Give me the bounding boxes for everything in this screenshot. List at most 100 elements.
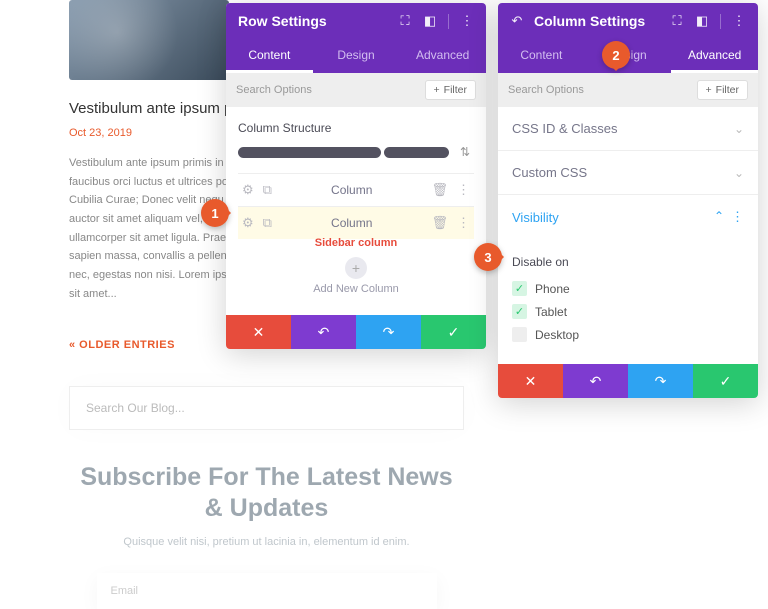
kebab-icon[interactable]: ⋮	[731, 209, 744, 225]
column-label[interactable]: Column	[272, 183, 432, 197]
undo-button[interactable]: ↶	[563, 364, 628, 398]
kebab-menu-icon[interactable]: ⋮	[460, 14, 474, 28]
post-featured-image[interactable]	[69, 0, 229, 80]
checkbox-tablet[interactable]: ✓ Tablet	[512, 300, 744, 323]
blog-search-input[interactable]: Search Our Blog...	[69, 386, 464, 430]
save-button[interactable]: ✓	[421, 315, 486, 349]
chevron-down-icon: ⌄	[734, 166, 744, 180]
panel-footer: ✕ ↶ ↷ ✓	[226, 315, 486, 349]
tab-advanced[interactable]: Advanced	[671, 39, 758, 73]
visibility-body: Disable on ✓ Phone ✓ Tablet Desktop	[498, 239, 758, 364]
row-settings-panel: Row Settings ⛶ ◧ ⋮ Content Design Advanc…	[226, 3, 486, 349]
undo-button[interactable]: ↶	[291, 315, 356, 349]
checkbox-label: Desktop	[535, 328, 579, 342]
undo-icon: ↶	[590, 373, 602, 390]
subscribe-description: Quisque velit nisi, pretium ut lacinia i…	[69, 536, 464, 548]
gear-icon[interactable]: ⚙	[242, 182, 254, 198]
section-label: Custom CSS	[512, 165, 587, 180]
panel-header: ↶ Column Settings ⛶ ◧ ⋮ Content Design A…	[498, 3, 758, 73]
chevron-up-icon: ⌃	[714, 209, 724, 225]
tab-advanced[interactable]: Advanced	[399, 39, 486, 73]
tab-content[interactable]: Content	[498, 39, 585, 73]
column-label[interactable]: Column	[272, 216, 432, 230]
subscribe-module: Subscribe For The Latest News & Updates …	[69, 462, 464, 609]
duplicate-icon[interactable]: ⧉	[263, 182, 272, 198]
kebab-icon[interactable]: ⋮	[457, 215, 470, 231]
redo-button[interactable]: ↷	[628, 364, 693, 398]
close-button[interactable]: ✕	[226, 315, 291, 349]
structure-expand-icon[interactable]: ⇅	[456, 145, 474, 159]
check-icon: ✓	[720, 373, 732, 390]
subscribe-email-input[interactable]: Email	[97, 573, 437, 609]
save-button[interactable]: ✓	[693, 364, 758, 398]
subscribe-heading: Subscribe For The Latest News & Updates	[69, 462, 464, 525]
disable-on-label: Disable on	[512, 255, 744, 269]
check-icon: ✓	[448, 324, 460, 341]
snap-icon[interactable]: ◧	[423, 14, 437, 28]
section-custom-css[interactable]: Custom CSS ⌄	[498, 151, 758, 195]
add-column-label: Add New Column	[238, 283, 474, 295]
panel-footer: ✕ ↶ ↷ ✓	[498, 364, 758, 398]
structure-col-narrow	[384, 147, 449, 158]
panel-body: Column Structure ⇅ ⚙ ⧉ Column 🗑 ⋮ ⚙ ⧉	[226, 107, 486, 315]
trash-icon[interactable]: 🗑	[431, 182, 448, 198]
kebab-icon[interactable]: ⋮	[457, 182, 470, 198]
column-structure-label: Column Structure	[238, 121, 474, 135]
kebab-menu-icon[interactable]: ⋮	[732, 14, 746, 28]
trash-icon[interactable]: 🗑	[431, 215, 448, 231]
search-options-row: Search Options +Filter	[226, 73, 486, 107]
back-icon[interactable]: ↶	[510, 14, 524, 28]
add-column-button[interactable]: +	[345, 257, 367, 279]
structure-col-wide	[238, 147, 381, 158]
panel-tabs: Content Design Advanced	[226, 39, 486, 73]
column-row-2: ⚙ ⧉ Column 🗑 ⋮	[238, 206, 474, 239]
section-label: Visibility	[512, 210, 559, 225]
sidebar-column-annotation: Sidebar column	[238, 237, 474, 249]
callout-3: 3	[474, 243, 502, 271]
section-visibility[interactable]: Visibility ⌃ ⋮	[498, 195, 758, 239]
snap-icon[interactable]: ◧	[695, 14, 709, 28]
expand-icon[interactable]: ⛶	[670, 14, 684, 28]
checkbox-empty	[512, 327, 527, 342]
redo-button[interactable]: ↷	[356, 315, 421, 349]
panel-title: Column Settings	[534, 13, 645, 29]
checkbox-label: Tablet	[535, 305, 567, 319]
duplicate-icon[interactable]: ⧉	[263, 215, 272, 231]
callout-1: 1	[201, 199, 229, 227]
search-options-input[interactable]: Search Options	[236, 84, 312, 96]
column-structure-selector[interactable]: ⇅	[238, 145, 474, 159]
filter-label: Filter	[716, 84, 739, 96]
callout-2: 2	[602, 41, 630, 69]
filter-button[interactable]: + Filter	[697, 80, 748, 100]
check-icon: ✓	[512, 281, 527, 296]
section-css-id-classes[interactable]: CSS ID & Classes ⌄	[498, 107, 758, 151]
checkbox-phone[interactable]: ✓ Phone	[512, 277, 744, 300]
gear-icon[interactable]: ⚙	[242, 215, 254, 231]
structure-preview	[238, 147, 449, 158]
section-label: CSS ID & Classes	[512, 121, 617, 136]
search-options-input[interactable]: Search Options	[508, 84, 584, 96]
redo-icon: ↷	[655, 373, 667, 390]
close-icon: ✕	[525, 373, 537, 390]
close-button[interactable]: ✕	[498, 364, 563, 398]
checkbox-desktop[interactable]: Desktop	[512, 323, 744, 346]
column-row-1: ⚙ ⧉ Column 🗑 ⋮	[238, 173, 474, 206]
search-options-row: Search Options + Filter	[498, 73, 758, 107]
post-excerpt: Vestibulum ante ipsum primis in faucibus…	[69, 154, 239, 304]
panel-title: Row Settings	[238, 13, 327, 29]
column-settings-panel: ↶ Column Settings ⛶ ◧ ⋮ Content Design A…	[498, 3, 758, 398]
undo-icon: ↶	[318, 324, 330, 341]
close-icon: ✕	[253, 324, 265, 341]
tab-content[interactable]: Content	[226, 39, 313, 73]
filter-button[interactable]: +Filter	[425, 80, 476, 100]
divider	[448, 14, 449, 29]
plus-icon: +	[706, 84, 712, 96]
divider	[720, 14, 721, 29]
tab-design[interactable]: Design	[313, 39, 400, 73]
checkbox-label: Phone	[535, 282, 570, 296]
add-column-area: + Add New Column	[238, 253, 474, 303]
expand-icon[interactable]: ⛶	[398, 14, 412, 28]
filter-label: Filter	[444, 84, 467, 96]
chevron-down-icon: ⌄	[734, 122, 744, 136]
redo-icon: ↷	[383, 324, 395, 341]
